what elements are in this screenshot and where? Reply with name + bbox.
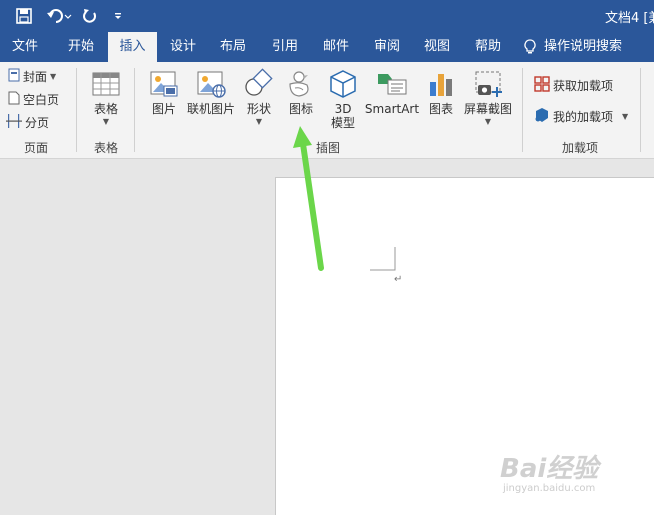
watermark-url: jingyan.baidu.com <box>503 483 596 494</box>
annotation-arrow <box>293 126 324 271</box>
watermark-logo: Bai经验 <box>500 454 599 484</box>
